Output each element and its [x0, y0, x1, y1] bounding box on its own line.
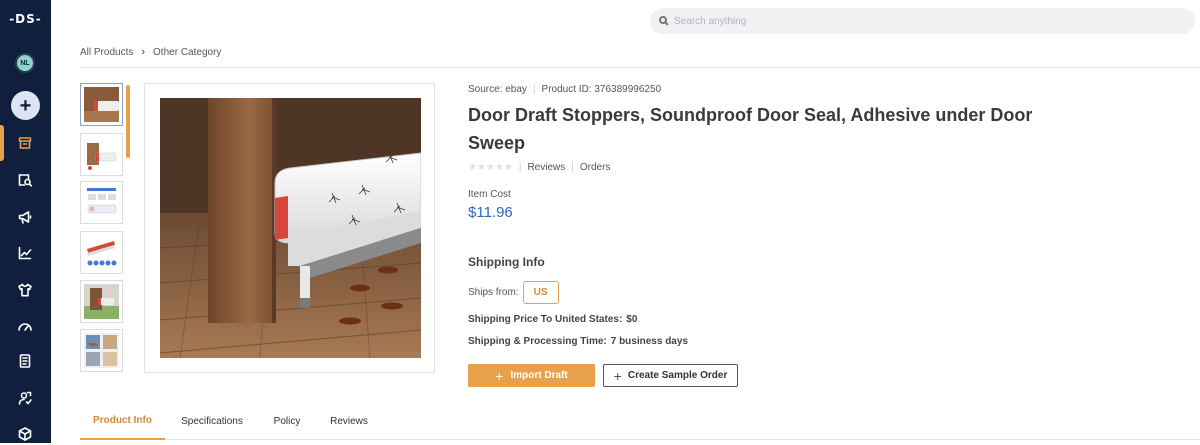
app-logo[interactable]: -DS-: [0, 12, 51, 26]
breadcrumb-other-category[interactable]: Other Category: [153, 47, 221, 58]
shipping-time-label: Shipping & Processing Time:: [468, 336, 607, 347]
search-input[interactable]: [674, 15, 1174, 27]
document-icon[interactable]: [14, 350, 36, 372]
orders-link[interactable]: Orders: [580, 162, 611, 173]
shipping-time-value: 7 business days: [610, 336, 688, 347]
source-label: Source: ebay: [468, 84, 527, 95]
plus-icon: +: [613, 367, 622, 384]
create-sample-order-button[interactable]: + Create Sample Order: [603, 364, 738, 387]
megaphone-icon[interactable]: [14, 206, 36, 228]
tab-reviews[interactable]: Reviews: [323, 402, 375, 440]
item-cost-value: $11.96: [468, 204, 513, 221]
breadcrumb-all-products[interactable]: All Products: [80, 47, 133, 58]
plus-icon: +: [495, 367, 504, 384]
rating-row: ★★★★★ | Reviews | Orders: [468, 162, 610, 173]
rating-divider: |: [518, 162, 522, 173]
gauge-icon[interactable]: [14, 315, 36, 337]
shipping-price-value: $0: [626, 314, 638, 325]
breadcrumb: All Products › Other Category: [80, 46, 221, 58]
search-icon: [659, 16, 669, 26]
shipping-time-row: Shipping & Processing Time: 7 business da…: [468, 336, 688, 347]
active-nav-indicator: [0, 125, 4, 161]
product-id-label: Product ID: 376389996250: [541, 84, 662, 95]
import-draft-button[interactable]: + Import Draft: [468, 364, 595, 387]
product-main-image[interactable]: [160, 98, 421, 358]
store-icon[interactable]: [14, 132, 36, 154]
search-bar[interactable]: [650, 8, 1195, 34]
chevron-right-icon: ›: [141, 46, 146, 58]
product-tabs: Product Info Specifications Policy Revie…: [80, 402, 1200, 440]
shipping-info-heading: Shipping Info: [468, 255, 545, 269]
box-icon[interactable]: [14, 423, 36, 445]
user-support-icon[interactable]: [14, 387, 36, 409]
item-cost-label: Item Cost: [468, 189, 511, 200]
thumbnail-2[interactable]: [80, 133, 123, 176]
thumbnail-6[interactable]: [80, 329, 123, 372]
shipping-price-row: Shipping Price To United States: $0: [468, 314, 637, 325]
add-button[interactable]: +: [11, 91, 40, 120]
thumbnail-1[interactable]: [80, 83, 123, 126]
rating-divider: |: [571, 162, 574, 173]
tab-specifications[interactable]: Specifications: [172, 402, 252, 440]
tab-policy[interactable]: Policy: [266, 402, 308, 440]
import-draft-label: Import Draft: [510, 370, 568, 381]
tab-product-info[interactable]: Product Info: [80, 402, 165, 440]
ships-from-label: Ships from:: [468, 287, 519, 298]
chart-line-icon[interactable]: [14, 242, 36, 264]
thumbnail-4[interactable]: [80, 231, 123, 274]
tshirt-icon[interactable]: [14, 279, 36, 301]
meta-divider: |: [532, 84, 536, 95]
divider: [80, 67, 1200, 68]
create-sample-order-label: Create Sample Order: [627, 370, 728, 381]
main-image-frame: [144, 83, 435, 373]
reviews-link[interactable]: Reviews: [527, 162, 565, 173]
shipping-price-label: Shipping Price To United States:: [468, 314, 623, 325]
star-rating-icon: ★★★★★: [468, 162, 513, 173]
thumbnail-scrollbar[interactable]: [126, 85, 130, 158]
product-meta: Source: ebay | Product ID: 376389996250: [468, 84, 661, 95]
thumbnail-3[interactable]: [80, 181, 123, 224]
product-title: Door Draft Stoppers, Soundproof Door Sea…: [468, 105, 1033, 153]
ships-from-us-chip[interactable]: US: [522, 281, 559, 304]
sidebar: -DS- NL +: [0, 0, 51, 443]
product-search-icon[interactable]: [14, 169, 36, 191]
ships-from-row: Ships from: US: [468, 281, 559, 304]
user-avatar[interactable]: NL: [15, 53, 35, 73]
thumbnail-5[interactable]: [80, 280, 123, 323]
